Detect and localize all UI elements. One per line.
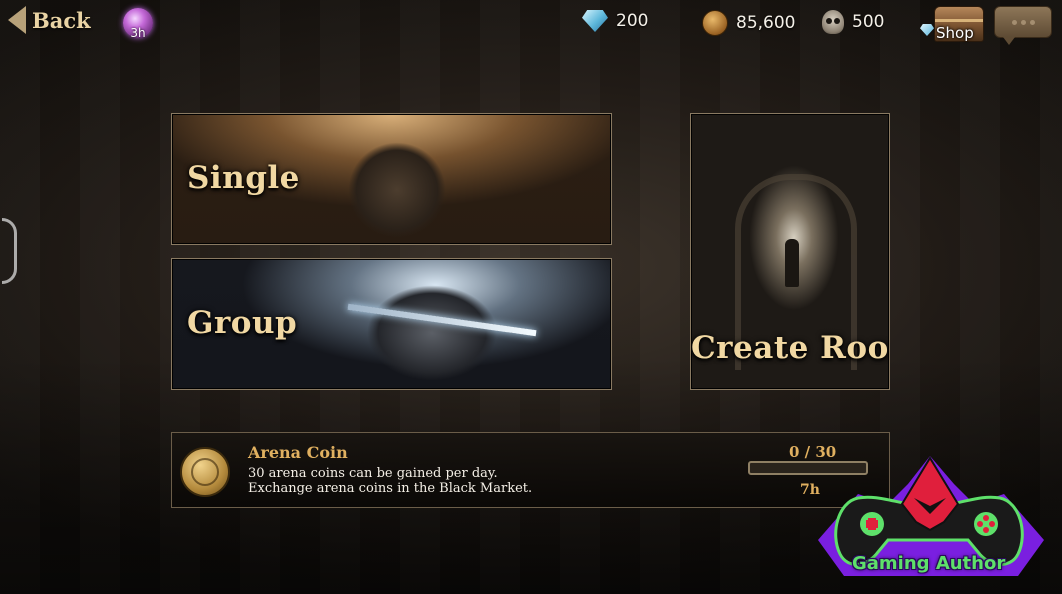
- arena-coin-description: 30 arena coins can be gained per day. Ex…: [248, 466, 532, 496]
- figure-silhouette: [785, 239, 799, 287]
- side-drawer-handle[interactable]: [2, 218, 17, 284]
- energy-orb-icon[interactable]: 3h: [123, 8, 153, 40]
- coin-icon: [702, 10, 728, 36]
- arena-coin-title: Arena Coin: [248, 443, 348, 462]
- back-label: Back: [32, 7, 91, 33]
- diamond-currency: 200: [582, 10, 648, 32]
- skull-icon: [822, 10, 844, 34]
- single-mode-button[interactable]: Single: [171, 113, 612, 245]
- diamond-count: 200: [616, 11, 649, 31]
- arena-coin-desc-line2: Exchange arena coins in the Black Market…: [248, 481, 533, 496]
- chat-bubble-icon: [995, 7, 1051, 37]
- create-room-button[interactable]: Create Room: [690, 113, 890, 390]
- back-arrow-icon: [8, 6, 26, 34]
- single-mode-label: Single: [187, 160, 300, 196]
- chat-button[interactable]: [994, 6, 1052, 45]
- diamond-icon: [582, 10, 608, 32]
- skull-currency: 500: [822, 10, 884, 34]
- arena-coin-reset-timer: 7h: [800, 482, 820, 498]
- arena-coin-icon: [180, 447, 230, 497]
- shop-label: Shop: [936, 24, 974, 42]
- group-mode-button[interactable]: Group: [171, 258, 612, 390]
- shop-button[interactable]: Shop: [920, 4, 986, 44]
- back-button[interactable]: Back: [8, 6, 91, 34]
- gold-currency: 85,600: [702, 10, 795, 36]
- shop-diamond-icon: [920, 24, 934, 36]
- orb-timer-label: 3h: [130, 26, 146, 40]
- gladiator-illustration: [322, 124, 472, 244]
- group-mode-label: Group: [187, 305, 298, 341]
- arena-coin-desc-line1: 30 arena coins can be gained per day.: [248, 466, 498, 481]
- gaming-author-logo: Gaming Author: [818, 444, 1044, 584]
- arena-coin-panel: Arena Coin 30 arena coins can be gained …: [171, 432, 890, 508]
- gaming-author-text: Gaming Author: [852, 553, 1006, 574]
- create-room-label: Create Room: [691, 330, 889, 366]
- skull-count: 500: [852, 12, 885, 32]
- gold-count: 85,600: [736, 13, 796, 33]
